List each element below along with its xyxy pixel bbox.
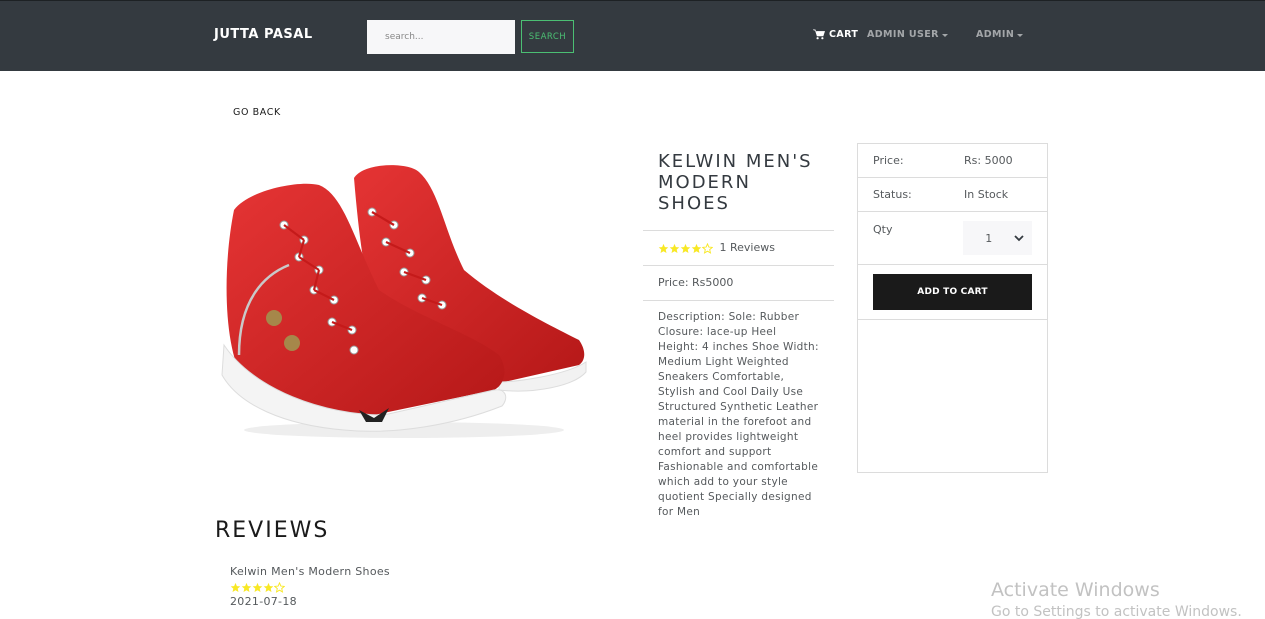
star-icon bbox=[252, 582, 263, 592]
star-icon bbox=[680, 243, 691, 253]
caret-down-icon bbox=[941, 33, 948, 37]
status-value: In Stock bbox=[964, 188, 1009, 201]
star-icon bbox=[658, 243, 669, 253]
cart-link[interactable]: CART bbox=[813, 29, 858, 40]
reviews-count: 1 Reviews bbox=[719, 241, 775, 254]
navbar: JUTTA PASAL SEARCH CART ADMIN USER ADMIN bbox=[0, 0, 1265, 71]
star-icon bbox=[669, 243, 680, 253]
cart-icon bbox=[813, 29, 825, 40]
admin-menu-label: ADMIN bbox=[976, 29, 1015, 40]
rating-stars bbox=[658, 242, 713, 254]
brand-logo[interactable]: JUTTA PASAL bbox=[214, 27, 313, 42]
purchase-card: Price: Rs: 5000 Status: In Stock Qty 1 A… bbox=[857, 143, 1048, 473]
product-price: Price: Rs5000 bbox=[643, 265, 834, 300]
chevron-down-icon bbox=[1014, 234, 1024, 241]
qty-select[interactable]: 1 bbox=[963, 221, 1032, 255]
price-row: Price: Rs: 5000 bbox=[858, 144, 1047, 178]
review-item: Kelwin Men's Modern Shoes 2021-07-18 bbox=[230, 564, 390, 609]
review-rating-stars bbox=[230, 581, 285, 593]
cart-label: CART bbox=[829, 29, 859, 40]
star-empty-icon bbox=[702, 242, 713, 254]
star-empty-icon bbox=[274, 581, 285, 593]
page-edge bbox=[1250, 71, 1265, 619]
add-to-cart-button[interactable]: ADD TO CART bbox=[873, 274, 1032, 310]
price-value: Rs: 5000 bbox=[964, 154, 1013, 167]
search-input[interactable] bbox=[367, 20, 515, 54]
user-menu-dropdown[interactable]: ADMIN USER bbox=[867, 29, 948, 40]
qty-label: Qty bbox=[873, 223, 893, 236]
review-author: Kelwin Men's Modern Shoes bbox=[230, 565, 390, 578]
qty-value: 1 bbox=[985, 231, 993, 245]
star-icon bbox=[263, 582, 274, 592]
search-button[interactable]: SEARCH bbox=[521, 20, 574, 53]
product-image bbox=[221, 165, 587, 438]
qty-row: Qty 1 bbox=[858, 212, 1047, 265]
price-label: Price: bbox=[873, 154, 904, 167]
add-to-cart-row: ADD TO CART bbox=[858, 265, 1047, 320]
product-details: KELWIN MEN'S MODERN SHOES 1 Reviews Pric… bbox=[643, 143, 834, 530]
review-date: 2021-07-18 bbox=[230, 595, 297, 608]
windows-watermark-title: Activate Windows bbox=[991, 579, 1160, 601]
admin-menu-dropdown[interactable]: ADMIN bbox=[976, 29, 1024, 40]
star-icon bbox=[230, 582, 241, 592]
star-icon bbox=[691, 243, 702, 253]
windows-watermark-subtitle: Go to Settings to activate Windows. bbox=[991, 604, 1242, 619]
star-icon bbox=[241, 582, 252, 592]
reviews-title: REVIEWS bbox=[215, 518, 330, 543]
product-description: Description: Sole: Rubber Closure: lace-… bbox=[643, 300, 834, 530]
status-row: Status: In Stock bbox=[858, 178, 1047, 212]
product-title: KELWIN MEN'S MODERN SHOES bbox=[658, 151, 813, 214]
go-back-button[interactable]: GO BACK bbox=[233, 107, 281, 118]
product-rating: 1 Reviews bbox=[643, 230, 834, 265]
caret-down-icon bbox=[1017, 33, 1024, 37]
user-menu-label: ADMIN USER bbox=[867, 29, 939, 40]
status-label: Status: bbox=[873, 188, 912, 201]
